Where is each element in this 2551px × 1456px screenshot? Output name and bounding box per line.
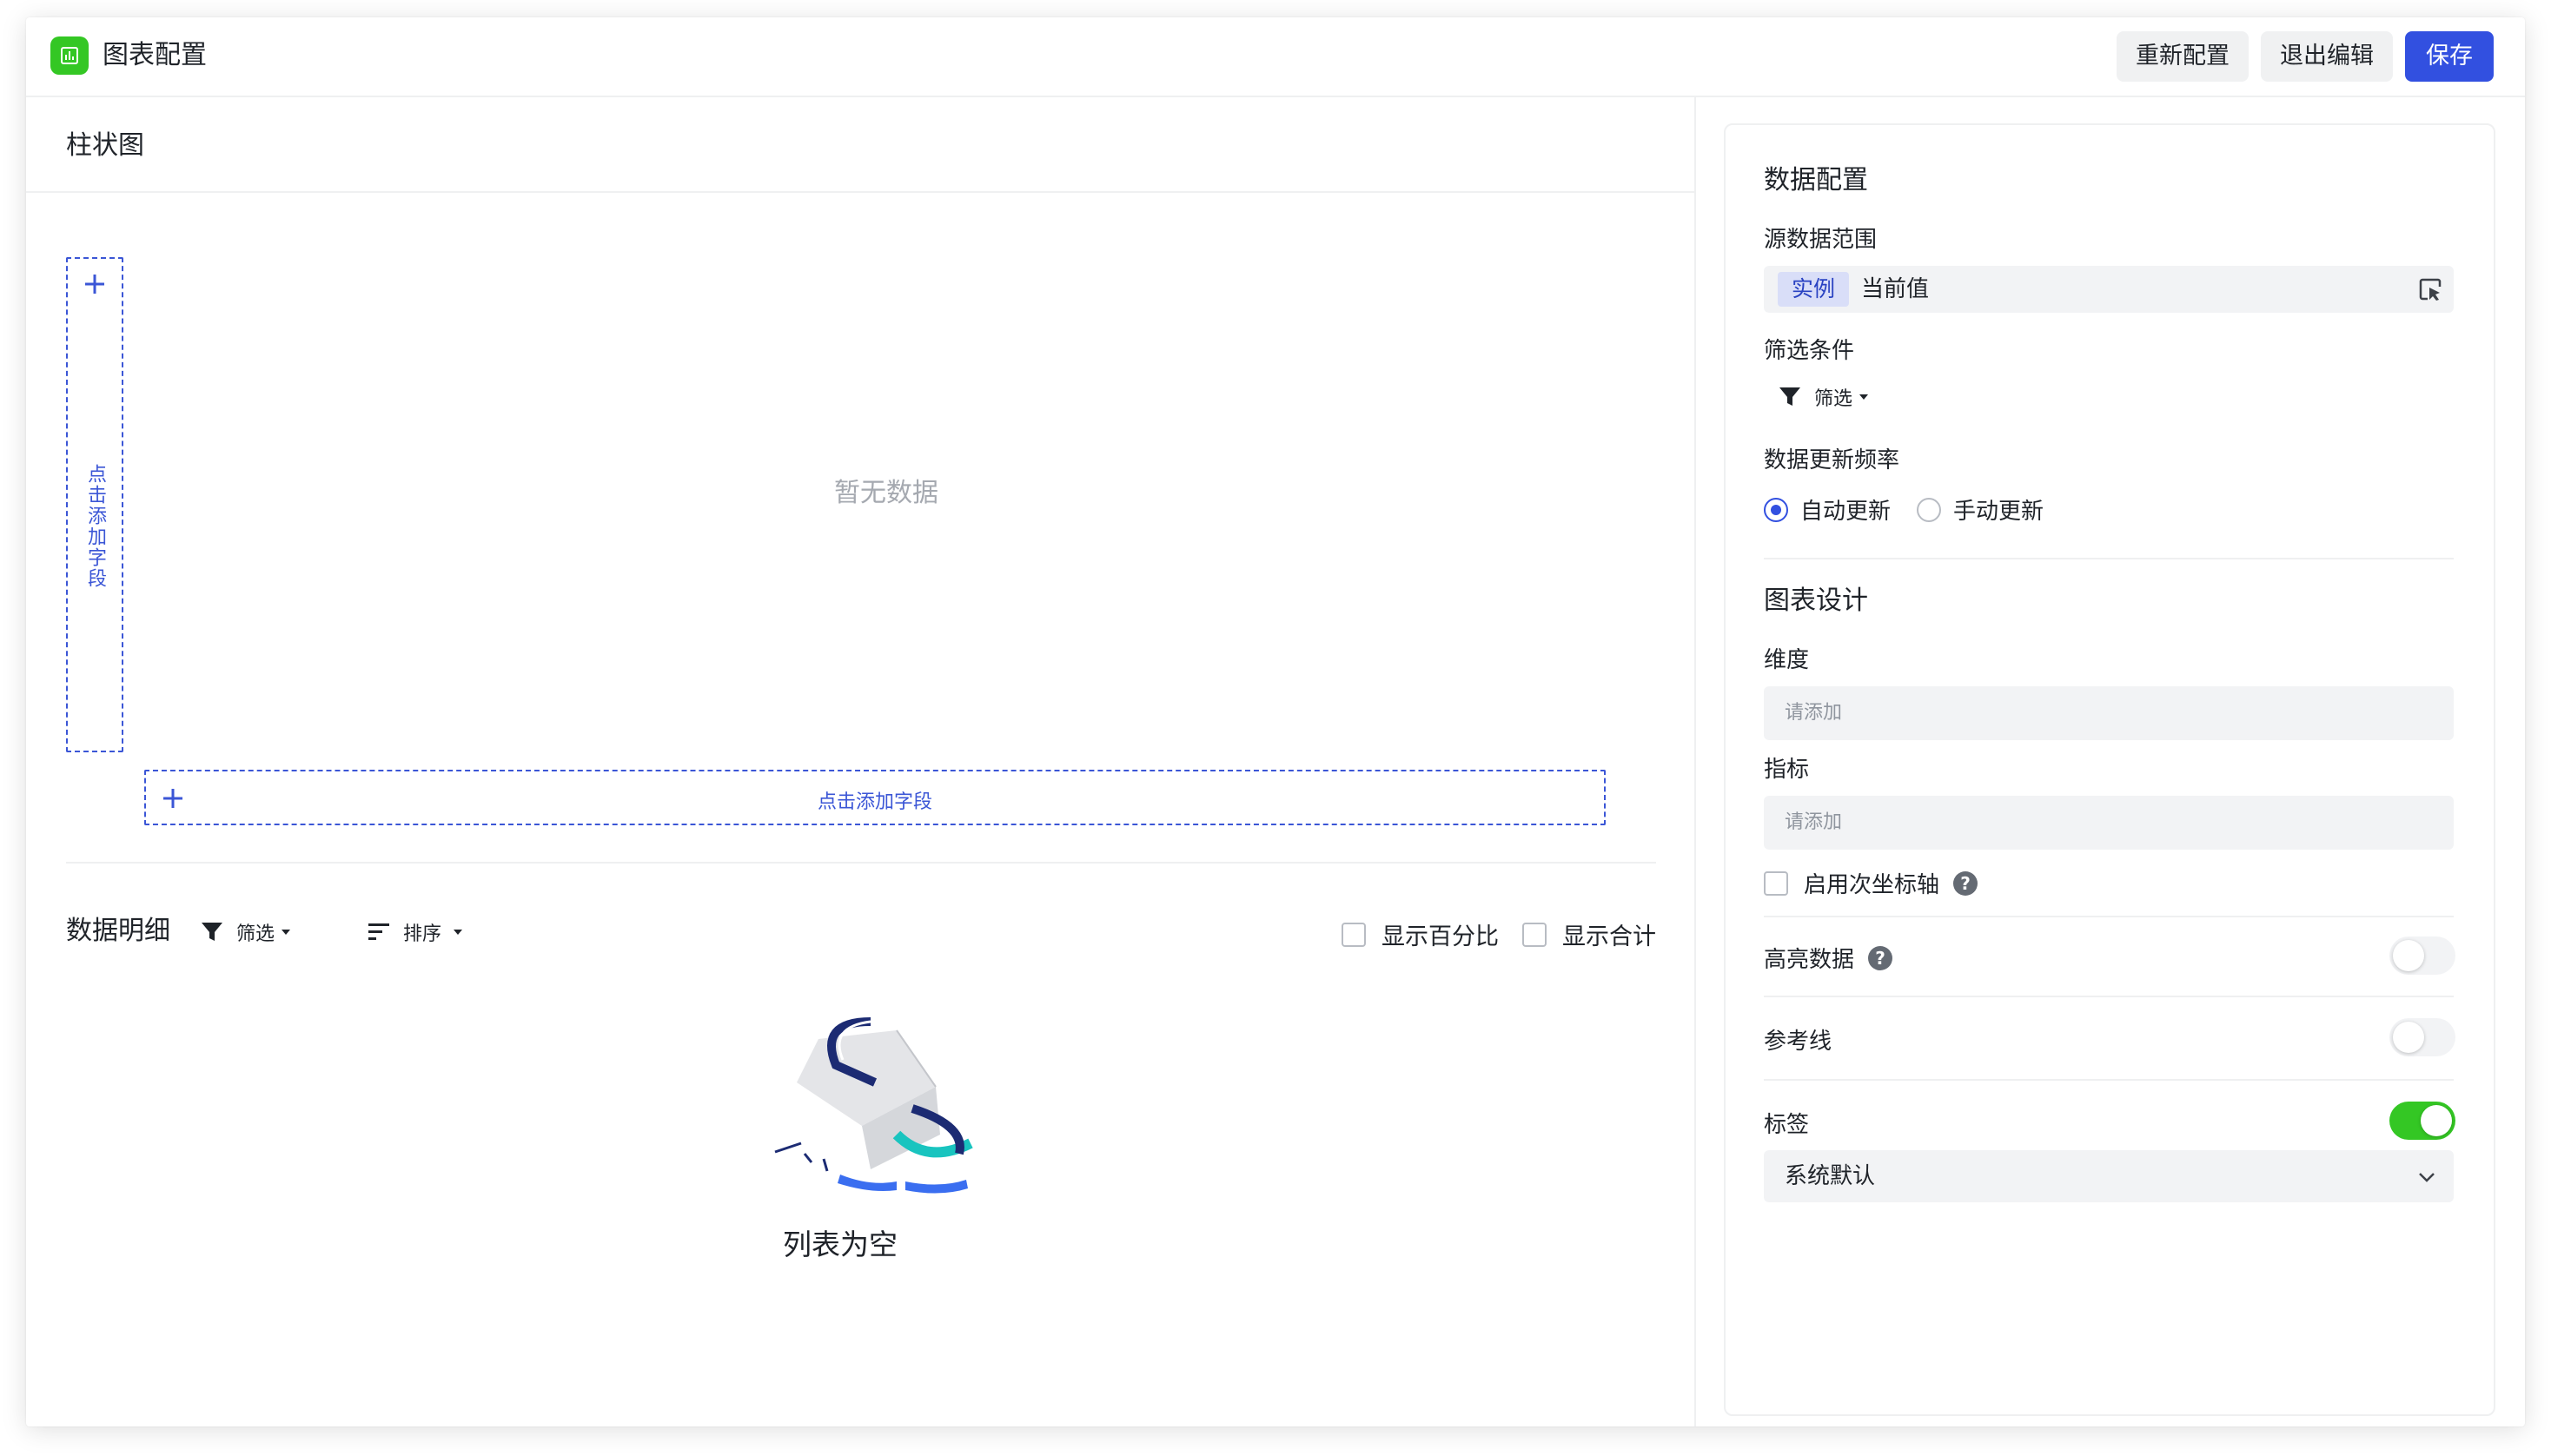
caret-down-icon [282, 930, 291, 935]
show-total-checkbox[interactable]: 显示合计 [1522, 917, 1656, 951]
refresh-radio-group: 自动更新 手动更新 [1764, 493, 2070, 526]
save-button[interactable]: 保存 [2405, 31, 2494, 82]
config-panel: 数据配置 源数据范围 实例 当前值 筛选条件 筛选 数据更新频率 自动更新 手动… [1724, 123, 2495, 1416]
checkbox-box[interactable] [1342, 922, 1366, 947]
header-bar: 图表配置 重新配置 退出编辑 保存 [26, 17, 2525, 97]
chart-preview-panel: 柱状图 点击添加字段 暂无数据 点击添加字段 数据明细 筛选 排序 显示百分比 … [26, 97, 1696, 1426]
x-axis-field-dropzone[interactable]: 点击添加字段 [144, 770, 1606, 825]
y-axis-add-field-label: 点击添加字段 [84, 464, 106, 589]
bar-chart-icon [50, 36, 89, 75]
detail-filter-button[interactable]: 筛选 [200, 917, 291, 947]
reference-line-toggle[interactable] [2389, 1018, 2455, 1056]
page-title: 图表配置 [103, 40, 207, 70]
empty-box-illustration [774, 1017, 973, 1194]
source-value: 当前值 [1861, 276, 1930, 302]
secondary-axis-checkbox[interactable] [1764, 870, 1788, 896]
chart-config-window: 图表配置 重新配置 退出编辑 保存 柱状图 点击添加字段 暂无数据 点击添加字段… [26, 17, 2525, 1426]
reconfigure-button[interactable]: 重新配置 [2117, 31, 2249, 82]
source-tag: 实例 [1778, 272, 1850, 307]
metric-label: 指标 [1764, 757, 1810, 783]
chart-type-title: 柱状图 [66, 130, 144, 161]
help-icon[interactable]: ? [1868, 945, 1893, 970]
data-detail-title: 数据明细 [66, 916, 170, 946]
highlight-data-label: 高亮数据 [1764, 947, 1855, 973]
toggle-knob [2393, 1022, 2424, 1053]
label-toggle[interactable] [2389, 1102, 2455, 1140]
radio-auto-refresh[interactable] [1764, 497, 1788, 522]
toggle-knob [2421, 1105, 2452, 1136]
dimension-label: 维度 [1764, 647, 1810, 673]
filter-label: 筛选 [236, 923, 275, 945]
filter-condition-button[interactable]: 筛选 [1778, 384, 1869, 410]
show-total-label: 显示合计 [1562, 923, 1656, 950]
select-pointer-icon[interactable] [2417, 276, 2443, 302]
secondary-axis-checkbox-row[interactable]: 启用次坐标轴 ? [1764, 867, 1978, 899]
no-data-text: 暂无数据 [834, 478, 938, 508]
show-percent-checkbox[interactable]: 显示百分比 [1342, 917, 1499, 951]
label-style-value: 系统默认 [1785, 1163, 1876, 1189]
filter-icon [202, 923, 222, 941]
sort-label: 排序 [403, 923, 442, 945]
source-range-field[interactable]: 实例 当前值 [1764, 266, 2454, 313]
reference-line-label: 参考线 [1764, 1029, 1832, 1055]
help-icon[interactable]: ? [1953, 870, 1978, 896]
chevron-down-icon [2419, 1173, 2435, 1182]
empty-list-text: 列表为空 [26, 1221, 1696, 1263]
metric-add-field[interactable]: 请添加 [1764, 796, 2454, 850]
highlight-data-toggle[interactable] [2389, 936, 2455, 975]
divider [1764, 558, 2454, 559]
filter-condition-label: 筛选条件 [1764, 338, 1855, 364]
radio-manual-refresh[interactable] [1917, 497, 1942, 522]
label-row: 标签 [1764, 1107, 1809, 1139]
source-range-label: 源数据范围 [1764, 227, 1878, 253]
toggle-knob [2393, 940, 2424, 971]
exit-edit-button[interactable]: 退出编辑 [2261, 31, 2393, 82]
detail-sort-button[interactable]: 排序 [367, 917, 463, 947]
highlight-data-row: 高亮数据 ? [1764, 942, 1893, 974]
show-percent-label: 显示百分比 [1382, 923, 1499, 950]
label-style-select[interactable]: 系统默认 [1764, 1150, 2454, 1202]
filter-button-label: 筛选 [1814, 388, 1853, 410]
filter-icon [1779, 387, 1800, 406]
sort-icon [368, 923, 389, 940]
y-axis-field-dropzone[interactable]: 点击添加字段 [66, 257, 123, 752]
x-axis-add-field-label: 点击添加字段 [817, 791, 932, 813]
divider [26, 191, 1694, 193]
caret-down-icon [1859, 394, 1869, 400]
secondary-axis-label: 启用次坐标轴 [1804, 872, 1940, 898]
divider [1764, 916, 2454, 917]
manual-refresh-label: 手动更新 [1953, 499, 2044, 525]
caret-down-icon [454, 930, 463, 935]
auto-refresh-label: 自动更新 [1800, 499, 1892, 525]
dimension-add-field[interactable]: 请添加 [1764, 686, 2454, 740]
label-toggle-label: 标签 [1764, 1112, 1810, 1138]
divider [1764, 1079, 2454, 1081]
checkbox-box[interactable] [1522, 922, 1547, 947]
chart-design-title: 图表设计 [1764, 586, 1868, 616]
reference-line-row: 参考线 [1764, 1023, 1832, 1056]
divider [66, 862, 1656, 864]
empty-list-label: 列表为空 [783, 1228, 898, 1261]
divider [1764, 996, 2454, 997]
data-config-title: 数据配置 [1764, 165, 1868, 195]
plus-icon [85, 275, 104, 294]
refresh-frequency-label: 数据更新频率 [1764, 447, 1900, 473]
